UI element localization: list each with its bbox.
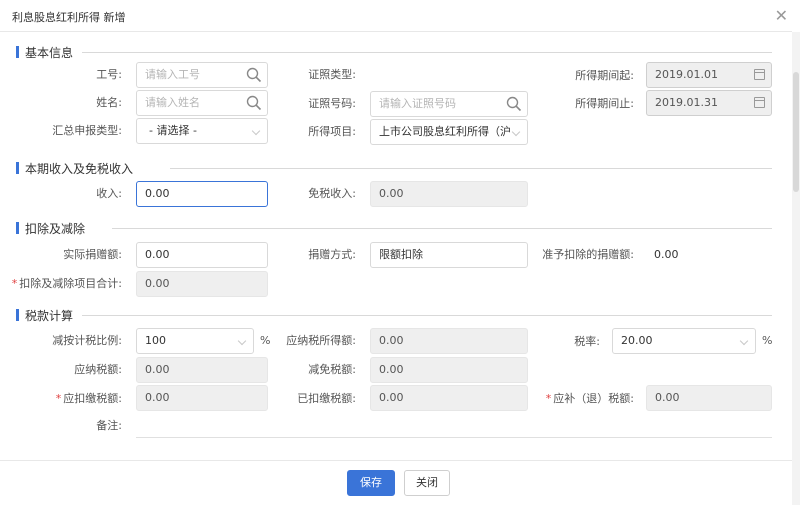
name-placeholder: 请输入姓名 xyxy=(145,96,200,109)
calendar-icon[interactable] xyxy=(754,69,765,80)
employee-id-placeholder: 请输入工号 xyxy=(145,68,200,81)
withholding-field: 0.00 xyxy=(136,385,268,411)
required-marker: * xyxy=(545,392,552,405)
close-button[interactable]: 关闭 xyxy=(404,470,450,496)
section-marker xyxy=(16,222,19,234)
tax-ratio-label: 减按计税比例: xyxy=(52,334,122,347)
section-marker xyxy=(16,309,19,321)
actual-donation-input[interactable]: 0.00 xyxy=(136,242,268,268)
tax-free-label: 免税收入: xyxy=(308,187,356,200)
refund-field: 0.00 xyxy=(646,385,772,411)
footer-divider xyxy=(0,460,792,461)
section-title: 扣除及减除 xyxy=(25,221,86,236)
section-title: 本期收入及免税收入 xyxy=(25,161,134,176)
tax-ratio-select[interactable]: 100 xyxy=(136,328,254,354)
section-tax: 税款计算 xyxy=(16,307,73,323)
header-divider xyxy=(0,31,792,32)
section-divider xyxy=(82,315,772,316)
section-divider xyxy=(170,168,772,169)
dialog-header: 利息股息红利所得 新增 ✕ xyxy=(0,0,800,32)
deduction-total-label-text: 扣除及减除项目合计: xyxy=(19,277,122,290)
id-number-label: 证照号码: xyxy=(308,97,356,110)
required-marker: * xyxy=(11,277,18,290)
search-icon[interactable] xyxy=(505,95,523,113)
close-icon[interactable]: ✕ xyxy=(775,6,788,25)
section-marker xyxy=(16,162,19,174)
taxable-income-field: 0.00 xyxy=(370,328,528,354)
withholding-label: * 应扣缴税额: xyxy=(30,392,122,406)
employee-id-label: 工号: xyxy=(96,68,122,81)
taxable-income-label: 应纳税所得额: xyxy=(286,334,356,347)
tax-rate-label: 税率: xyxy=(574,335,600,348)
refund-label-text: 应补（退）税额: xyxy=(553,392,634,405)
section-divider xyxy=(112,228,772,229)
search-icon[interactable] xyxy=(245,66,263,84)
section-deduction: 扣除及减除 xyxy=(16,220,85,236)
income-item-label: 所得项目: xyxy=(308,125,356,138)
required-marker: * xyxy=(55,392,62,405)
section-title: 税款计算 xyxy=(25,308,74,323)
remark-input[interactable] xyxy=(136,437,772,438)
actual-donation-label: 实际捐赠额: xyxy=(63,248,122,261)
report-type-label: 汇总申报类型: xyxy=(52,124,122,137)
calendar-icon[interactable] xyxy=(754,97,765,108)
withholding-label-text: 应扣缴税额: xyxy=(63,392,122,405)
tax-ratio-unit: % xyxy=(260,334,271,347)
tax-free-field: 0.00 xyxy=(370,181,528,207)
section-divider xyxy=(82,52,772,53)
scrollbar[interactable] xyxy=(792,32,800,505)
section-basic: 基本信息 xyxy=(16,44,73,60)
allowed-donation-value: 0.00 xyxy=(654,248,679,261)
remark-label: 备注: xyxy=(96,419,122,432)
name-input[interactable]: 请输入姓名 xyxy=(136,90,268,116)
search-icon[interactable] xyxy=(245,94,263,112)
period-end-label: 所得期间止: xyxy=(575,97,634,110)
income-item-select[interactable]: 上市公司股息红利所得（沪 xyxy=(370,119,528,145)
donation-method-select[interactable]: 限额扣除 xyxy=(370,242,528,268)
donation-method-label: 捐赠方式: xyxy=(308,248,356,261)
income-input[interactable]: 0.00 xyxy=(136,181,268,207)
deduction-total-label: * 扣除及减除项目合计: xyxy=(4,277,122,291)
income-label: 收入: xyxy=(96,187,122,200)
tax-rate-select[interactable]: 20.00 xyxy=(612,328,756,354)
period-end-input[interactable]: 2019.01.31 xyxy=(646,90,772,116)
period-start-value: 2019.01.01 xyxy=(655,68,718,81)
employee-id-input[interactable]: 请输入工号 xyxy=(136,62,268,88)
withheld-label: 已扣缴税额: xyxy=(297,392,356,405)
period-start-label: 所得期间起: xyxy=(575,69,634,82)
allowed-donation-label: 准予扣除的捐赠额: xyxy=(542,248,634,261)
save-button[interactable]: 保存 xyxy=(347,470,395,496)
dialog-title: 利息股息红利所得 新增 xyxy=(12,11,126,24)
section-marker xyxy=(16,46,19,58)
scrollbar-thumb[interactable] xyxy=(793,72,799,192)
tax-relief-label: 减免税额: xyxy=(308,363,356,376)
tax-relief-field: 0.00 xyxy=(370,357,528,383)
id-number-input[interactable]: 请输入证照号码 xyxy=(370,91,528,117)
id-number-placeholder: 请输入证照号码 xyxy=(379,97,456,110)
name-label: 姓名: xyxy=(96,96,122,109)
refund-label: * 应补（退）税额: xyxy=(530,392,634,406)
report-type-select[interactable]: - 请选择 - xyxy=(136,118,268,144)
deduction-total-field: 0.00 xyxy=(136,271,268,297)
withheld-field: 0.00 xyxy=(370,385,528,411)
tax-payable-field: 0.00 xyxy=(136,357,268,383)
tax-rate-unit: % xyxy=(762,334,773,347)
period-start-input[interactable]: 2019.01.01 xyxy=(646,62,772,88)
section-income: 本期收入及免税收入 xyxy=(16,160,133,176)
tax-payable-label: 应纳税额: xyxy=(74,363,122,376)
id-type-label: 证照类型: xyxy=(308,68,356,81)
period-end-value: 2019.01.31 xyxy=(655,96,718,109)
section-title: 基本信息 xyxy=(25,45,74,60)
